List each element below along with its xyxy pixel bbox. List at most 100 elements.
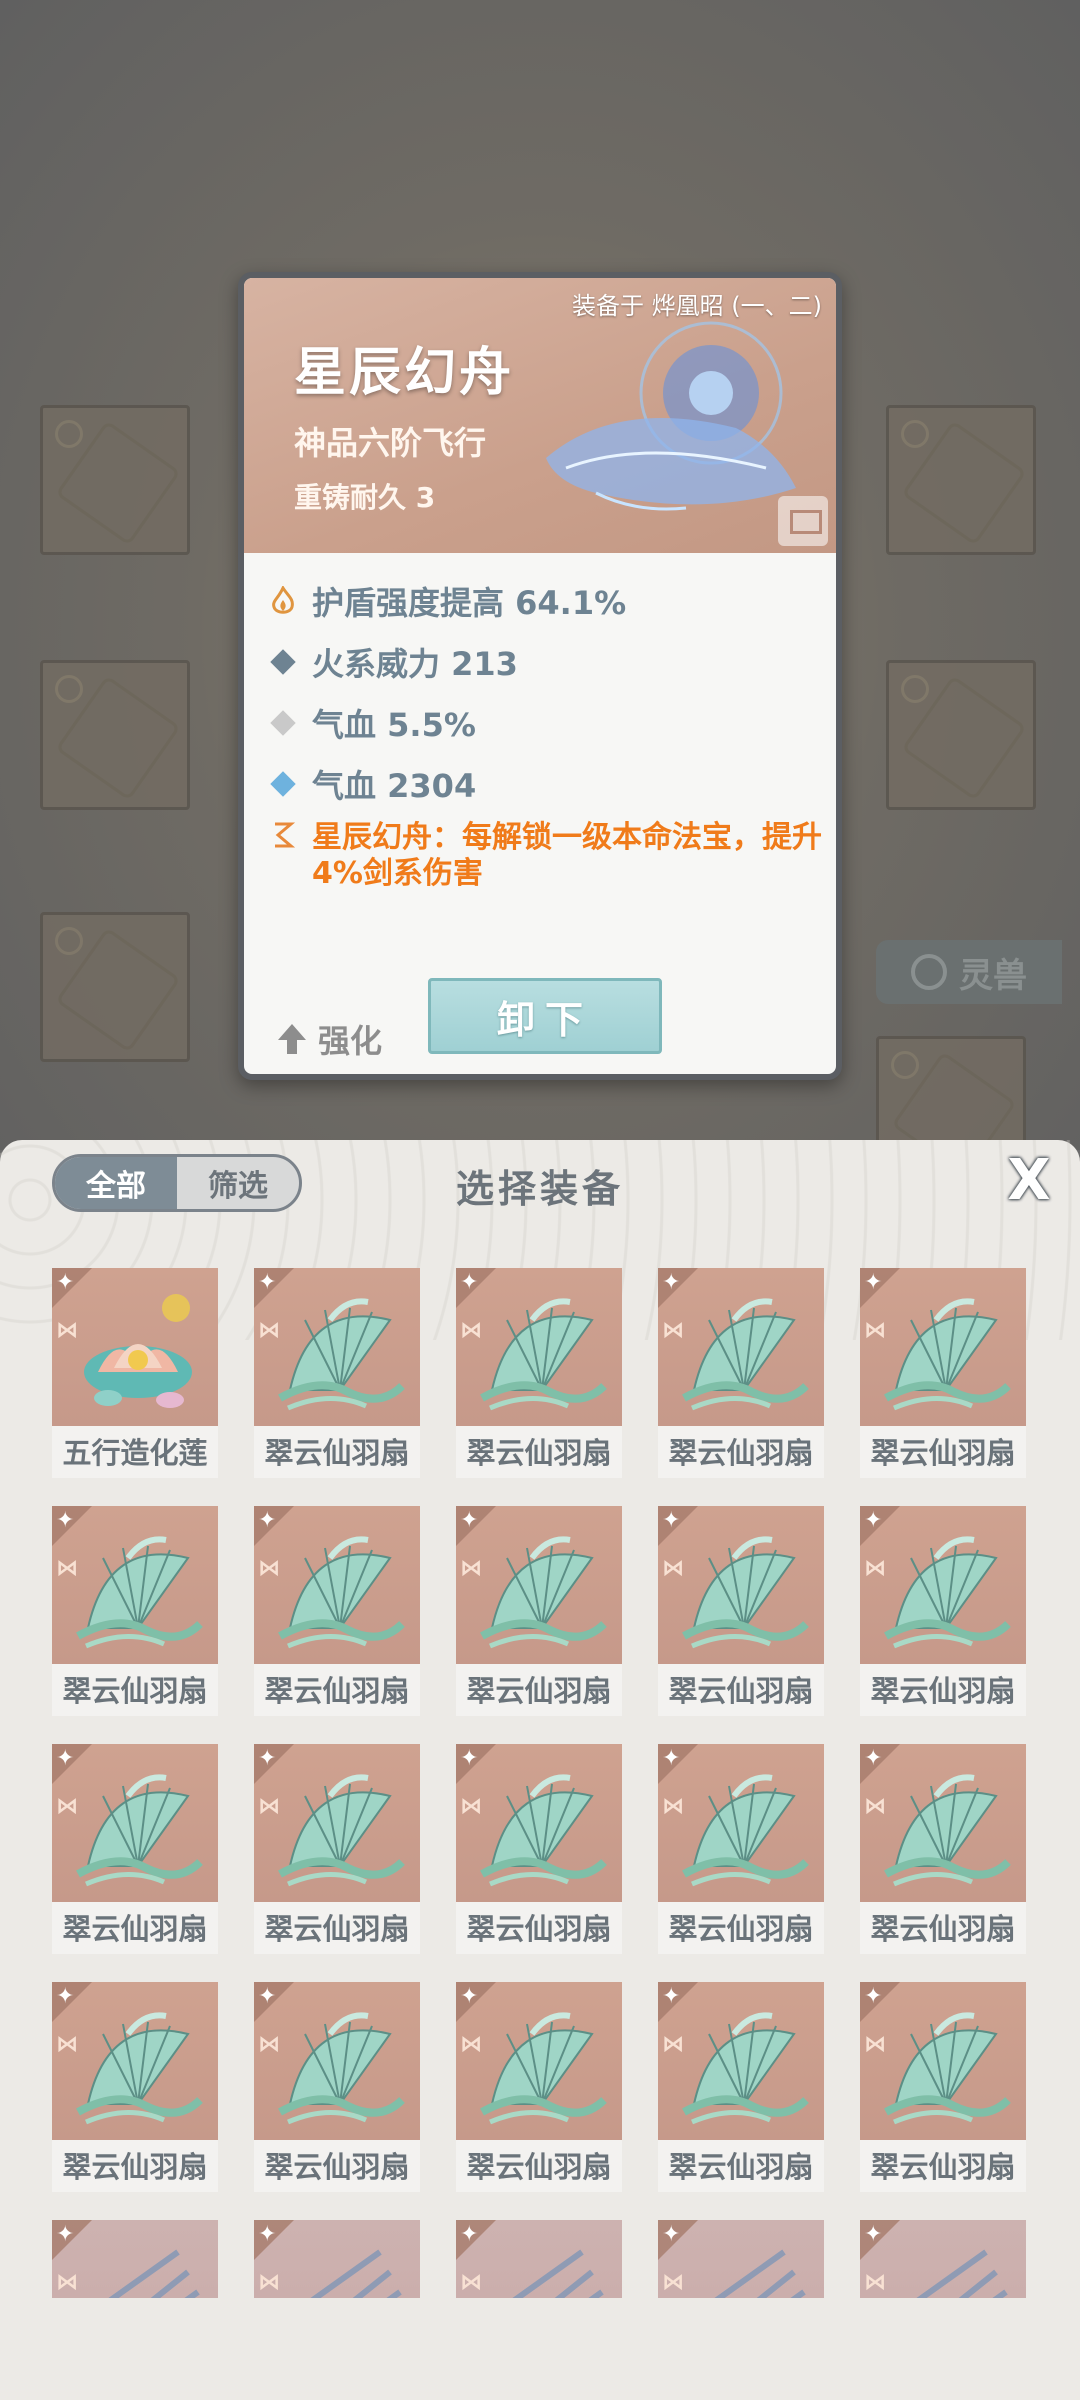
- equipment-cell-partial[interactable]: ✦ ⋈: [658, 2220, 824, 2298]
- fan-artwork-icon: [76, 2012, 203, 2125]
- equipment-thumbnail: ✦ ⋈: [658, 1744, 824, 1902]
- equipment-name: 翠云仙羽扇: [658, 1428, 824, 1478]
- equipment-cell[interactable]: ✦ ⋈ 翠云仙羽扇: [658, 1744, 824, 1954]
- equipment-cell[interactable]: ✦ ⋈ 翠云仙羽扇: [456, 1506, 622, 1716]
- equipment-thumbnail: ✦ ⋈: [860, 1268, 1026, 1426]
- equipment-cell-partial[interactable]: ✦ ⋈: [456, 2220, 622, 2298]
- equipment-cell-partial[interactable]: ✦ ⋈: [52, 2220, 218, 2298]
- equipment-cell[interactable]: ✦ ⋈ 翠云仙羽扇: [254, 1506, 420, 1716]
- equipment-cell[interactable]: ✦ ⋈ 翠云仙羽扇: [860, 1506, 1026, 1716]
- close-button[interactable]: X: [1002, 1153, 1056, 1209]
- background-equip-slot: [40, 660, 190, 810]
- equipment-cell[interactable]: ✦ ⋈ 翠云仙羽扇: [52, 1744, 218, 1954]
- fan-artwork-icon: [76, 1774, 203, 1887]
- equipment-cell[interactable]: ✦ ⋈ 翠云仙羽扇: [860, 1268, 1026, 1478]
- wing-icon: ✦: [258, 1508, 277, 1533]
- lingshou-label: 灵兽: [959, 955, 1027, 996]
- fan-artwork-icon: [480, 1774, 607, 1887]
- rank-icon: ⋈: [662, 1318, 684, 1343]
- fan-artwork-icon: [682, 1536, 809, 1649]
- equipment-cell[interactable]: ✦ ⋈ 翠云仙羽扇: [658, 1506, 824, 1716]
- wing-icon: ✦: [258, 1746, 277, 1771]
- stat-text: 护盾强度提高 64.1%: [312, 583, 627, 622]
- item-name: 星辰幻舟: [294, 343, 515, 403]
- equipment-thumbnail: ✦ ⋈: [860, 1744, 1026, 1902]
- fan-artwork-icon: [480, 2012, 607, 2125]
- rank-icon: ⋈: [864, 1318, 886, 1343]
- wing-icon: ✦: [258, 1984, 277, 2009]
- equipment-cell[interactable]: ✦ ⋈ 翠云仙羽扇: [254, 1268, 420, 1478]
- wing-icon: ✦: [662, 1270, 681, 1295]
- wing-icon: ✦: [460, 1270, 479, 1295]
- stat-row: 气血 5.5%: [268, 692, 828, 753]
- equipment-cell[interactable]: ✦ ⋈ 翠云仙羽扇: [456, 1268, 622, 1478]
- wing-icon: ✦: [56, 1508, 75, 1533]
- wing-icon: ✦: [662, 1984, 681, 2009]
- unique-effect-text: 星辰幻舟：每解锁一级本命法宝，提升4%剑系伤害: [312, 820, 822, 891]
- equipment-cell[interactable]: ✦ ⋈ 翠云仙羽扇: [658, 1982, 824, 2192]
- equipment-cell[interactable]: ✦ ⋈ 翠云仙羽扇: [254, 1744, 420, 1954]
- equipment-name: 翠云仙羽扇: [860, 1666, 1026, 1716]
- rank-icon: ⋈: [56, 1794, 78, 1819]
- equipment-thumbnail: ✦ ⋈: [658, 1506, 824, 1664]
- unequip-button[interactable]: 卸下: [428, 978, 662, 1054]
- lingshou-icon: [911, 954, 947, 990]
- stat-text: 气血 5.5%: [312, 705, 476, 744]
- equipment-thumbnail: ✦ ⋈: [456, 2220, 622, 2298]
- equipment-cell[interactable]: ✦ ⋈ 翠云仙羽扇: [860, 1982, 1026, 2192]
- fan-artwork-icon: [682, 1298, 809, 1411]
- wing-icon: ✦: [460, 1746, 479, 1771]
- stat-row: 火系威力 213: [268, 631, 828, 692]
- fan-artwork-icon: [884, 1298, 1011, 1411]
- equipment-cell[interactable]: ✦ ⋈ 翠云仙羽扇: [456, 1982, 622, 2192]
- rank-icon: ⋈: [460, 1556, 482, 1581]
- equipment-thumbnail: ✦ ⋈: [658, 2220, 824, 2298]
- fan-artwork-icon: [278, 1536, 405, 1649]
- equipment-name: 翠云仙羽扇: [658, 1904, 824, 1954]
- equipment-cell[interactable]: ✦ ⋈ 翠云仙羽扇: [658, 1268, 824, 1478]
- flame-icon: [268, 585, 298, 616]
- rank-icon: ⋈: [258, 1318, 280, 1343]
- arrow-up-icon: [278, 1024, 306, 1054]
- equipment-thumbnail: ✦ ⋈: [860, 1506, 1026, 1664]
- equipment-cell[interactable]: ✦ ⋈ 翠云仙羽扇: [860, 1744, 1026, 1954]
- equipment-thumbnail: ✦ ⋈: [254, 1506, 420, 1664]
- share-icon[interactable]: [778, 496, 828, 546]
- trident-artwork-icon: [512, 2249, 604, 2298]
- wing-icon: ✦: [864, 1508, 883, 1533]
- fan-artwork-icon: [480, 1298, 607, 1411]
- trident-artwork-icon: [714, 2249, 806, 2298]
- equipment-name: 翠云仙羽扇: [52, 1904, 218, 1954]
- enhance-label: 强化: [318, 1022, 383, 1060]
- equipment-name: 翠云仙羽扇: [254, 2142, 420, 2192]
- rank-icon: ⋈: [662, 1794, 684, 1819]
- equipment-thumbnail: ✦ ⋈: [254, 1982, 420, 2140]
- wing-icon: ✦: [258, 1270, 277, 1295]
- equipment-cell[interactable]: ✦ ⋈ 翠云仙羽扇: [52, 1982, 218, 2192]
- rank-icon: ⋈: [56, 2032, 78, 2057]
- equipment-thumbnail: ✦ ⋈: [456, 1268, 622, 1426]
- equipment-cell[interactable]: ✦ ⋈ 翠云仙羽扇: [456, 1744, 622, 1954]
- equipment-cell[interactable]: ✦ ⋈ 五行造化莲: [52, 1268, 218, 1478]
- equipment-cell[interactable]: ✦ ⋈ 翠云仙羽扇: [254, 1982, 420, 2192]
- equipment-thumbnail: ✦ ⋈: [254, 1268, 420, 1426]
- fan-artwork-icon: [884, 2012, 1011, 2125]
- rank-icon: ⋈: [662, 2032, 684, 2057]
- equipment-name: 翠云仙羽扇: [52, 1666, 218, 1716]
- equipment-cell-partial[interactable]: ✦ ⋈: [254, 2220, 420, 2298]
- fan-artwork-icon: [682, 1774, 809, 1887]
- item-reforge-durability: 重铸耐久 3: [294, 481, 436, 514]
- equipment-thumbnail: ✦ ⋈: [52, 1506, 218, 1664]
- wing-icon: ✦: [460, 1508, 479, 1533]
- equipment-grid: ✦ ⋈ 五行造化莲 ✦ ⋈ 翠云仙羽扇 ✦ ⋈ 翠云仙羽扇 ✦ ⋈ 翠云仙羽扇 ✦ ⋈ 翠云仙羽扇 ✦ ⋈ 翠云仙…: [52, 1268, 1032, 2298]
- equipment-cell-partial[interactable]: ✦ ⋈: [860, 2220, 1026, 2298]
- equipment-cell[interactable]: ✦ ⋈ 翠云仙羽扇: [52, 1506, 218, 1716]
- equipment-thumbnail: ✦ ⋈: [456, 1506, 622, 1664]
- equipment-thumbnail: ✦ ⋈: [52, 1982, 218, 2140]
- enhance-button[interactable]: 强化: [276, 1016, 382, 1062]
- equipment-thumbnail: ✦ ⋈: [254, 2220, 420, 2298]
- unique-effect-icon: [268, 820, 298, 850]
- equipment-thumbnail: ✦ ⋈: [52, 2220, 218, 2298]
- equipment-thumbnail: ✦ ⋈: [456, 1744, 622, 1902]
- equipment-name: 翠云仙羽扇: [658, 1666, 824, 1716]
